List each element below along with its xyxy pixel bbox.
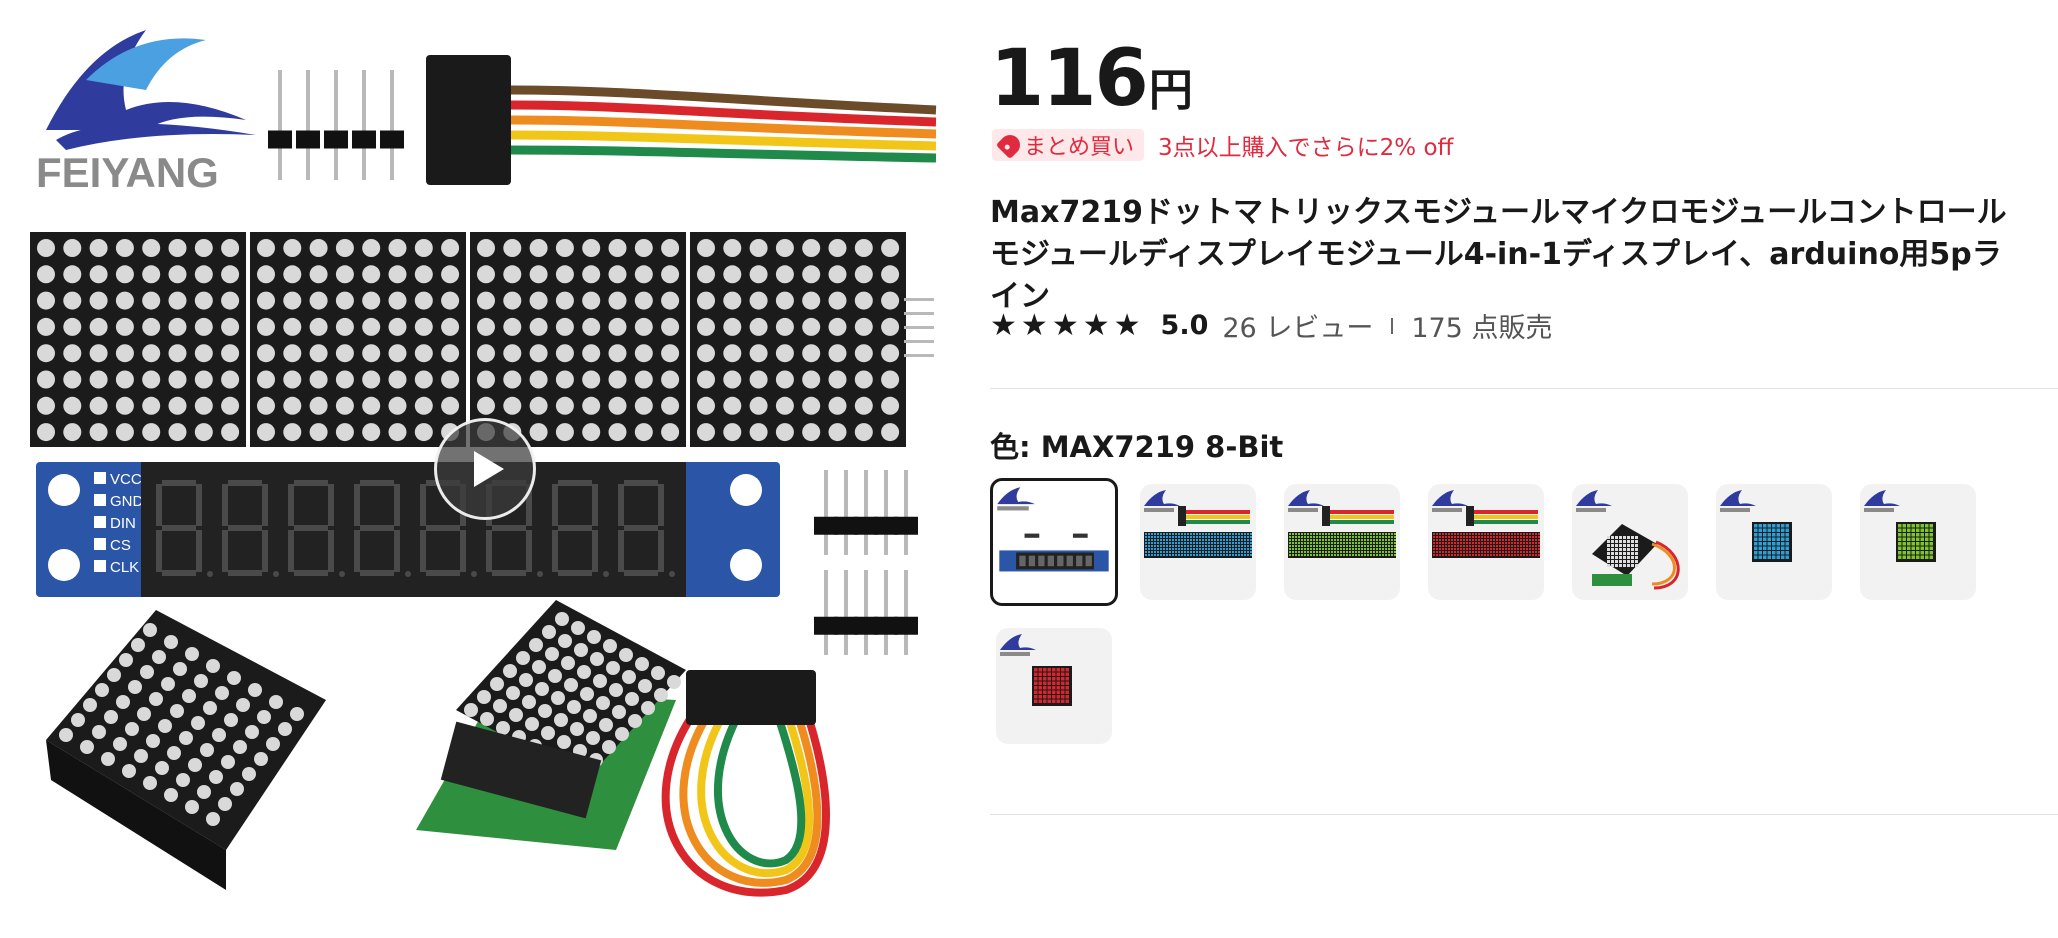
video-play-button[interactable] [434,418,536,520]
pin-label: DIN [110,515,136,532]
bulk-buy-label: まとめ買い [1024,135,1135,160]
star-icon: ★ [1051,307,1079,343]
color-swatch[interactable] [1428,484,1544,600]
pin-label: CS [110,537,131,554]
price: 116 円 [990,40,1193,118]
jumper-cable-top [426,55,937,185]
jumper-cable-loop [661,670,830,897]
price-currency: 円 [1148,65,1193,116]
star-icon: ★ [990,307,1017,343]
star-icon: ★ [1020,307,1048,343]
separator [1391,317,1394,334]
bulk-offer-text: 3点以上購入でさらに2% off [1158,135,1454,161]
color-swatch[interactable] [990,478,1118,606]
color-swatch[interactable] [1284,484,1400,600]
color-swatch[interactable] [1572,484,1688,600]
rating-row: ★ ★ ★ ★ ★ 5.0 26 レビュー 175 点販売 [990,306,1552,345]
color-swatch[interactable] [1716,484,1832,600]
brand-logo: FEIYANG [36,30,256,196]
divider [990,814,2058,815]
single-matrix-left [46,610,326,890]
color-swatch[interactable] [1140,484,1256,600]
single-matrix-kit [416,600,686,850]
review-count-link[interactable]: 26 レビュー [1222,306,1373,345]
swatch-thumbnail [1144,490,1252,558]
product-title: Max7219ドットマトリックスモジュールマイクロモジュールコントロールモジュー… [990,195,2007,314]
header-pins-top [268,70,404,180]
bulk-buy-badge[interactable]: まとめ買い [992,129,1145,161]
swatch-thumbnail [1288,490,1396,558]
swatch-thumbnail [1576,490,1680,590]
price-value: 116 [990,34,1149,124]
color-swatch[interactable] [996,628,1112,744]
color-label: 色: MAX7219 8-Bit [990,430,1284,464]
bulk-promo: まとめ買い 3点以上購入でさらに2% off [992,128,1453,162]
swatch-thumbnail [997,487,1109,572]
product-main-image[interactable]: FEIYANG VCC GND DIN CS CLK [26,10,944,928]
tag-icon [995,130,1025,160]
swatch-thumbnail [1864,490,1936,562]
star-icon: ★ [1082,307,1110,343]
rating-value: 5.0 [1160,310,1209,341]
swatch-thumbnail [1432,490,1540,558]
divider [990,388,2058,389]
play-icon [474,451,504,487]
swatch-thumbnail [1000,634,1072,706]
pin-label: CLK [110,559,139,576]
segment-display-board: VCC GND DIN CS CLK [36,462,780,597]
color-swatch[interactable] [1860,484,1976,600]
rating-stars[interactable]: ★ ★ ★ ★ ★ [990,307,1141,343]
pin-label: VCC [110,471,142,488]
matrix-4in1 [30,232,906,447]
star-icon: ★ [1113,307,1141,343]
swatch-thumbnail [1720,490,1792,562]
pin-label: GND [110,493,144,510]
brand-logo-text: FEIYANG [36,149,219,196]
sold-count: 175 点販売 [1411,313,1553,344]
